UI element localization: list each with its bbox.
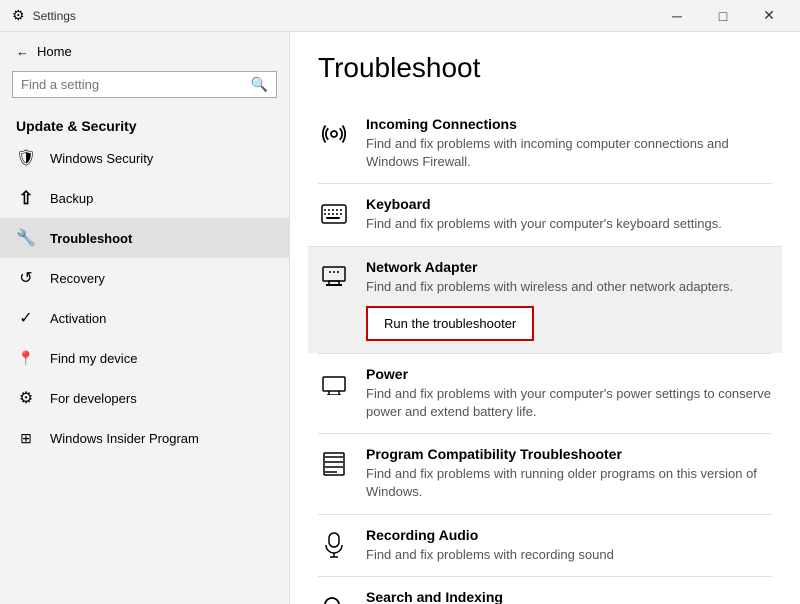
incoming-connections-content: Incoming Connections Find and fix proble…: [366, 116, 772, 171]
minimize-button[interactable]: ─: [654, 0, 700, 32]
program-compatibility-name: Program Compatibility Troubleshooter: [366, 446, 772, 462]
title-bar-title: Settings: [33, 9, 76, 23]
title-bar: ⚙ Settings ─ □ ✕: [0, 0, 800, 32]
incoming-connections-name: Incoming Connections: [366, 116, 772, 132]
sidebar-item-backup[interactable]: ⇧ Backup: [0, 178, 289, 218]
recording-audio-item: Recording Audio Find and fix problems wi…: [318, 514, 772, 576]
network-adapter-content: Network Adapter Find and fix problems wi…: [366, 259, 772, 341]
sidebar-item-find-my-device[interactable]: 📍 Find my device: [0, 338, 289, 378]
page-title: Troubleshoot: [318, 52, 772, 84]
find-device-icon: 📍: [16, 348, 36, 368]
back-button[interactable]: ← Home: [0, 32, 289, 71]
sidebar-item-label: Find my device: [50, 351, 137, 366]
network-adapter-desc: Find and fix problems with wireless and …: [366, 278, 772, 296]
shield-icon: 🛡: [16, 148, 36, 168]
program-compatibility-item: Program Compatibility Troubleshooter Fin…: [318, 433, 772, 513]
sidebar-item-label: Backup: [50, 191, 93, 206]
power-item: Power Find and fix problems with your co…: [318, 353, 772, 433]
sidebar-item-label: Activation: [50, 311, 106, 326]
power-content: Power Find and fix problems with your co…: [366, 366, 772, 421]
sidebar: ← Home 🔍 Update & Security 🛡 Windows Sec…: [0, 32, 290, 604]
sidebar-item-for-developers[interactable]: ⚙ For developers: [0, 378, 289, 418]
sidebar-item-recovery[interactable]: ↺ Recovery: [0, 258, 289, 298]
program-compatibility-content: Program Compatibility Troubleshooter Fin…: [366, 446, 772, 501]
search-indexing-name: Search and Indexing: [366, 589, 772, 604]
search-indexing-icon: [318, 591, 350, 604]
sidebar-item-label: Windows Insider Program: [50, 431, 199, 446]
insider-icon: ⊞: [16, 428, 36, 448]
recording-audio-content: Recording Audio Find and fix problems wi…: [366, 527, 772, 564]
keyboard-desc: Find and fix problems with your computer…: [366, 215, 772, 233]
program-compatibility-icon: [318, 448, 350, 480]
sidebar-item-label: For developers: [50, 391, 137, 406]
developers-icon: ⚙: [16, 388, 36, 408]
sidebar-item-label: Windows Security: [50, 151, 153, 166]
network-adapter-item: Network Adapter Find and fix problems wi…: [308, 246, 782, 353]
settings-icon: ⚙: [12, 7, 25, 24]
search-container[interactable]: 🔍: [12, 71, 277, 98]
search-input[interactable]: [21, 77, 245, 92]
search-indexing-content: Search and Indexing Find and fix problem…: [366, 589, 772, 604]
incoming-connections-item: Incoming Connections Find and fix proble…: [318, 104, 772, 183]
incoming-connections-desc: Find and fix problems with incoming comp…: [366, 135, 772, 171]
recovery-icon: ↺: [16, 268, 36, 288]
sidebar-item-troubleshoot[interactable]: 🔧 Troubleshoot: [0, 218, 289, 258]
sidebar-item-activation[interactable]: ✓ Activation: [0, 298, 289, 338]
incoming-connections-icon: [318, 118, 350, 150]
run-troubleshooter-button[interactable]: Run the troubleshooter: [366, 306, 534, 341]
keyboard-icon: [318, 198, 350, 230]
recording-audio-name: Recording Audio: [366, 527, 772, 543]
program-compatibility-desc: Find and fix problems with running older…: [366, 465, 772, 501]
home-label: Home: [37, 44, 72, 59]
keyboard-name: Keyboard: [366, 196, 772, 212]
maximize-button[interactable]: □: [700, 0, 746, 32]
sidebar-item-windows-insider[interactable]: ⊞ Windows Insider Program: [0, 418, 289, 458]
title-bar-left: ⚙ Settings: [12, 7, 76, 24]
recording-audio-icon: [318, 529, 350, 561]
network-adapter-name: Network Adapter: [366, 259, 772, 275]
content-area: Troubleshoot Incoming Connections Find a…: [290, 32, 800, 604]
power-name: Power: [366, 366, 772, 382]
recording-audio-desc: Find and fix problems with recording sou…: [366, 546, 772, 564]
sidebar-item-label: Recovery: [50, 271, 105, 286]
main-layout: ← Home 🔍 Update & Security 🛡 Windows Sec…: [0, 32, 800, 604]
activation-icon: ✓: [16, 308, 36, 328]
keyboard-content: Keyboard Find and fix problems with your…: [366, 196, 772, 233]
sidebar-item-label: Troubleshoot: [50, 231, 132, 246]
section-title: Update & Security: [0, 110, 289, 138]
title-bar-controls: ─ □ ✕: [654, 0, 792, 32]
network-adapter-icon: [318, 261, 350, 293]
backup-icon: ⇧: [16, 188, 36, 208]
sidebar-item-windows-security[interactable]: 🛡 Windows Security: [0, 138, 289, 178]
search-indexing-item: Search and Indexing Find and fix problem…: [318, 576, 772, 604]
back-icon: ←: [16, 44, 29, 59]
power-icon: [318, 368, 350, 400]
keyboard-item: Keyboard Find and fix problems with your…: [318, 183, 772, 245]
search-icon: 🔍: [251, 76, 268, 93]
power-desc: Find and fix problems with your computer…: [366, 385, 772, 421]
troubleshoot-icon: 🔧: [16, 228, 36, 248]
close-button[interactable]: ✕: [746, 0, 792, 32]
